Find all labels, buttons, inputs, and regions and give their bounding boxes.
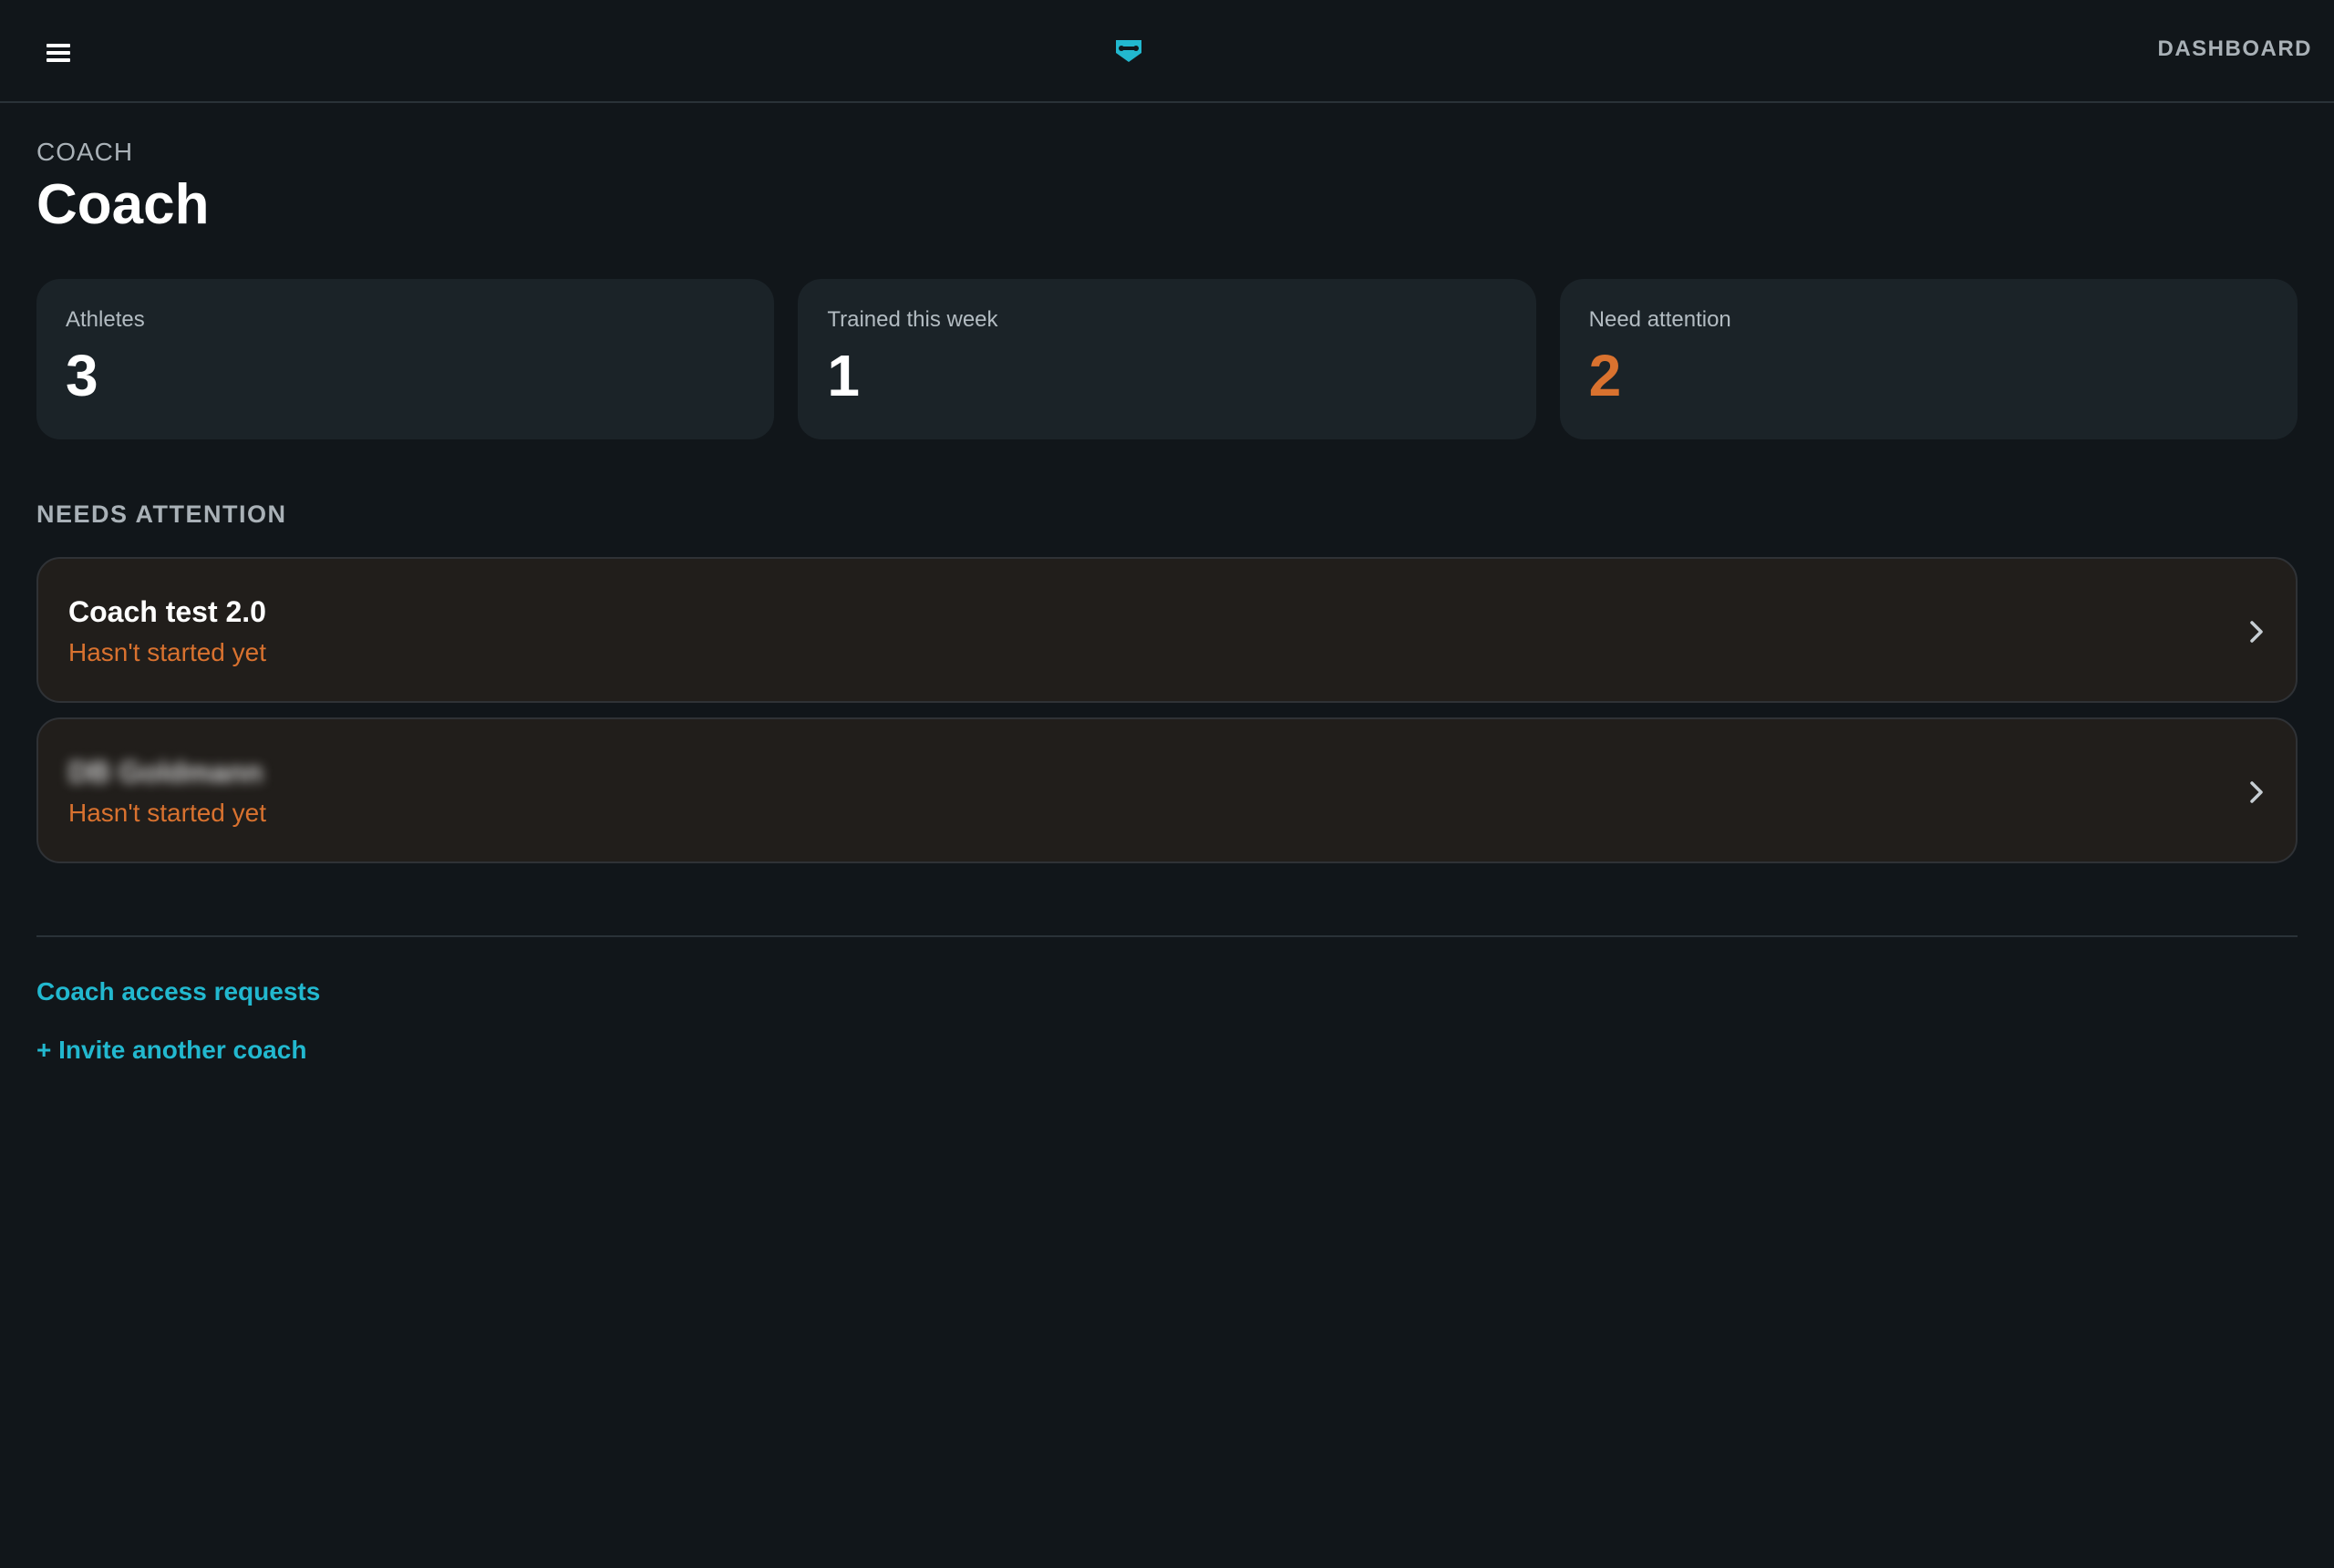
stat-label: Need attention bbox=[1588, 307, 1731, 332]
page-title: Coach bbox=[36, 173, 210, 236]
dashboard-nav-link[interactable]: DASHBOARD bbox=[2158, 36, 2313, 62]
stat-card-athletes: Athletes 3 bbox=[36, 279, 775, 439]
athlete-status: Hasn't started yet bbox=[68, 638, 266, 666]
top-app-bar: DASHBOARD bbox=[0, 0, 2334, 103]
needs-attention-list: Coach test 2.0 Hasn't started yet DB Gol… bbox=[36, 557, 2298, 878]
stat-value: 1 bbox=[827, 343, 860, 408]
stat-value: 2 bbox=[1588, 343, 1622, 408]
stat-value: 3 bbox=[66, 343, 98, 408]
athlete-name: DB Goldmann bbox=[68, 756, 263, 789]
hamburger-menu-icon bbox=[46, 44, 70, 62]
athlete-list-item[interactable]: Coach test 2.0 Hasn't started yet bbox=[36, 557, 2298, 703]
stats-row: Athletes 3 Trained this week 1 Need atte… bbox=[36, 279, 2298, 439]
athlete-name: Coach test 2.0 bbox=[68, 595, 266, 628]
section-title-needs-attention: NEEDS ATTENTION bbox=[36, 500, 287, 528]
athlete-list-item[interactable]: DB Goldmann Hasn't started yet bbox=[36, 717, 2298, 863]
section-divider bbox=[36, 935, 2298, 937]
stat-label: Athletes bbox=[66, 307, 145, 332]
brand-logo-icon[interactable] bbox=[1114, 36, 1143, 66]
stat-label: Trained this week bbox=[827, 307, 998, 332]
hamburger-menu-button[interactable] bbox=[40, 35, 77, 71]
chevron-right-icon bbox=[2250, 621, 2263, 643]
coach-access-requests-link[interactable]: Coach access requests bbox=[36, 977, 320, 1006]
athlete-status: Hasn't started yet bbox=[68, 799, 266, 827]
invite-coach-link[interactable]: + Invite another coach bbox=[36, 1036, 306, 1065]
stat-card-trained-this-week: Trained this week 1 bbox=[798, 279, 1536, 439]
page-eyebrow: COACH bbox=[36, 138, 134, 166]
stat-card-need-attention: Need attention 2 bbox=[1559, 279, 2298, 439]
chevron-right-icon bbox=[2250, 781, 2263, 803]
main-content: COACH Coach Athletes 3 Trained this week… bbox=[36, 103, 2298, 1064]
